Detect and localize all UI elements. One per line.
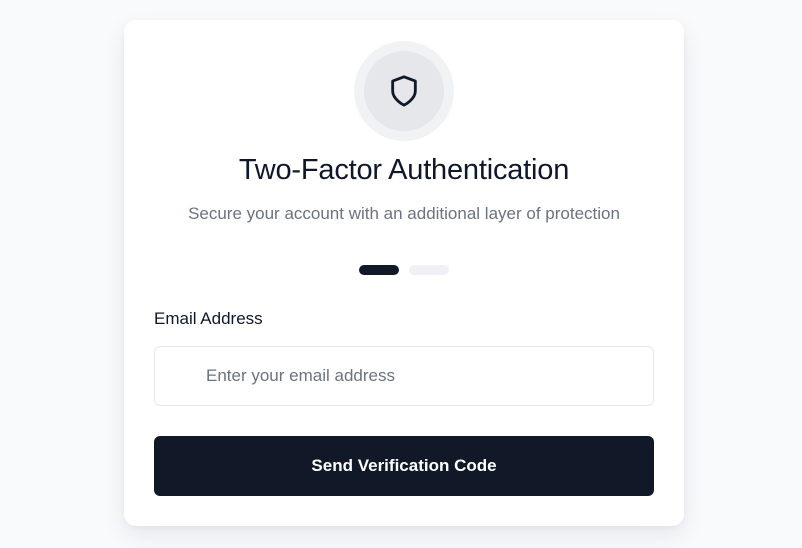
step-2-indicator	[409, 265, 449, 275]
send-verification-code-button[interactable]: Send Verification Code	[154, 436, 654, 496]
icon-badge	[354, 41, 454, 141]
shield-icon	[391, 75, 417, 107]
email-field[interactable]	[154, 346, 654, 406]
icon-badge-inner	[364, 51, 444, 131]
page-title: Two-Factor Authentication	[238, 154, 570, 186]
email-label: Email Address	[154, 309, 263, 328]
step-indicator	[359, 265, 449, 275]
step-1-indicator	[359, 265, 399, 275]
page-subtitle: Secure your account with an additional l…	[188, 204, 620, 223]
two-factor-card: Two-Factor Authentication Secure your ac…	[124, 20, 684, 526]
